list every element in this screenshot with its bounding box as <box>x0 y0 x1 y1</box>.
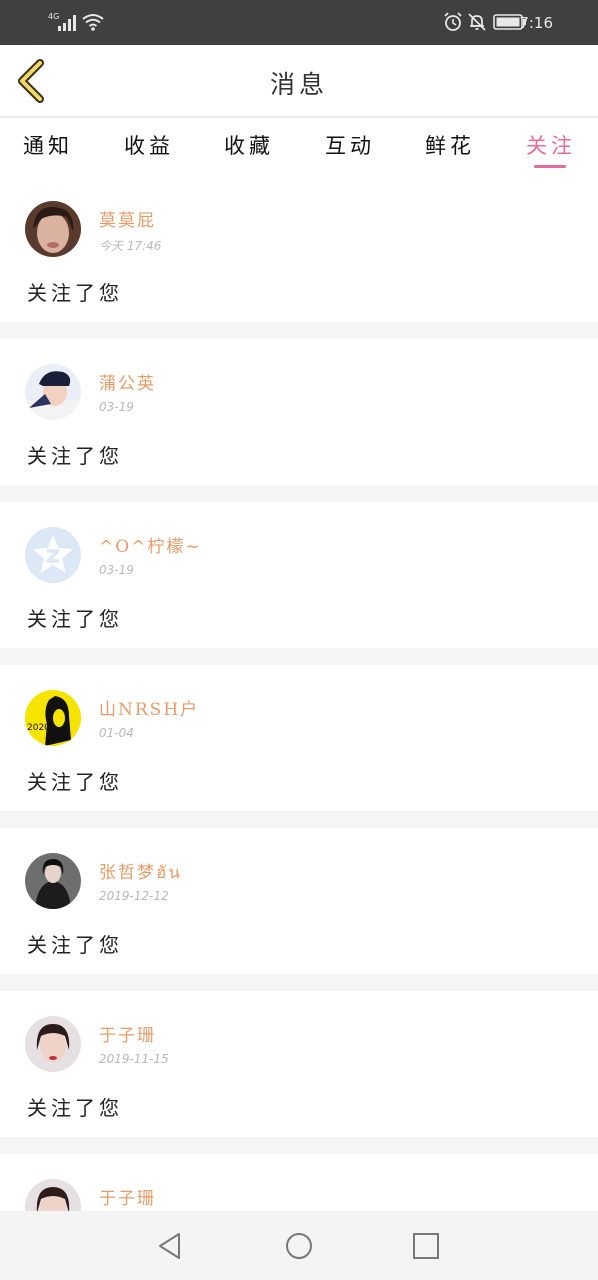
avatar-photo <box>25 364 81 420</box>
status-bar: 4G 7:16 <box>0 0 598 45</box>
home-circle-icon[interactable] <box>284 1231 314 1261</box>
list-item[interactable]: 莫莫屁 今天 17:46 关注了您 <box>0 176 598 322</box>
signal-icon <box>58 15 76 31</box>
tab-interaction[interactable]: 互动 <box>318 130 382 160</box>
alarm-icon <box>444 12 462 31</box>
tab-flowers[interactable]: 鲜花 <box>418 130 482 160</box>
message-text: 关注了您 <box>27 770 123 794</box>
timestamp: 2019-11-15 <box>99 1052 169 1066</box>
system-nav-bar <box>0 1211 598 1280</box>
timestamp: 今天 17:46 <box>99 239 162 253</box>
list-item[interactable]: 于子珊 2019-11-15 关注了您 <box>0 991 598 1137</box>
avatar[interactable] <box>25 853 81 909</box>
active-tab-indicator <box>534 165 566 168</box>
avatar[interactable] <box>25 1016 81 1072</box>
avatar-photo <box>25 1016 81 1072</box>
timestamp: 2019-12-12 <box>99 889 169 903</box>
avatar[interactable] <box>25 1179 81 1211</box>
avatar[interactable] <box>25 527 81 583</box>
message-text: 关注了您 <box>27 607 123 631</box>
timestamp: 03-19 <box>99 400 134 414</box>
timestamp: 01-04 <box>99 726 134 740</box>
clock: 7:16 <box>519 14 553 32</box>
list-item[interactable]: 蒲公英 03-19 关注了您 <box>0 339 598 485</box>
list-item[interactable]: 2020 山NRSH户 01-04 关注了您 <box>0 665 598 811</box>
username[interactable]: 蒲公英 <box>99 369 156 394</box>
tab-earnings[interactable]: 收益 <box>117 130 181 160</box>
username[interactable]: 莫莫屁 <box>99 206 156 231</box>
avatar[interactable] <box>25 201 81 257</box>
avatar-photo: 2020 <box>25 690 81 746</box>
avatar[interactable] <box>25 364 81 420</box>
list-item[interactable]: ^O^柠檬~ 03-19 关注了您 <box>0 502 598 648</box>
tab-favorites[interactable]: 收藏 <box>217 130 281 160</box>
default-avatar-icon <box>25 527 81 583</box>
page-title: 消息 <box>269 70 328 99</box>
status-bar-right: 7:16 <box>443 11 553 33</box>
avatar-photo <box>25 1179 81 1211</box>
tab-notice[interactable]: 通知 <box>16 130 80 160</box>
username[interactable]: 山NRSH户 <box>99 695 199 720</box>
message-text: 关注了您 <box>27 933 123 957</box>
message-list[interactable]: 莫莫屁 今天 17:46 关注了您 蒲公英 03-19 关注了您 ^O^柠檬~ … <box>0 176 598 1211</box>
avatar-photo <box>25 853 81 909</box>
list-item[interactable]: 张哲梦ฮัน 2019-12-12 关注了您 <box>0 828 598 974</box>
timestamp: 03-19 <box>99 563 134 577</box>
list-item[interactable]: 于子珊 <box>0 1154 598 1211</box>
avatar-year-text: 2020 <box>27 723 50 733</box>
message-text: 关注了您 <box>27 444 123 468</box>
tab-bar: 通知 收益 收藏 互动 鲜花 关注 <box>0 118 598 176</box>
recents-square-icon[interactable] <box>411 1231 441 1261</box>
header: 消息 <box>0 45 598 118</box>
message-text: 关注了您 <box>27 281 123 305</box>
message-text: 关注了您 <box>27 1096 123 1120</box>
username[interactable]: 张哲梦ฮัน <box>99 858 182 886</box>
avatar[interactable]: 2020 <box>25 690 81 746</box>
mute-bell-icon <box>468 13 486 31</box>
username[interactable]: ^O^柠檬~ <box>99 532 202 557</box>
username[interactable]: 于子珊 <box>99 1184 156 1209</box>
back-triangle-icon[interactable] <box>155 1231 185 1261</box>
avatar-photo <box>25 201 81 257</box>
tab-follow[interactable]: 关注 <box>519 130 583 160</box>
username[interactable]: 于子珊 <box>99 1021 156 1046</box>
wifi-icon <box>82 14 104 31</box>
